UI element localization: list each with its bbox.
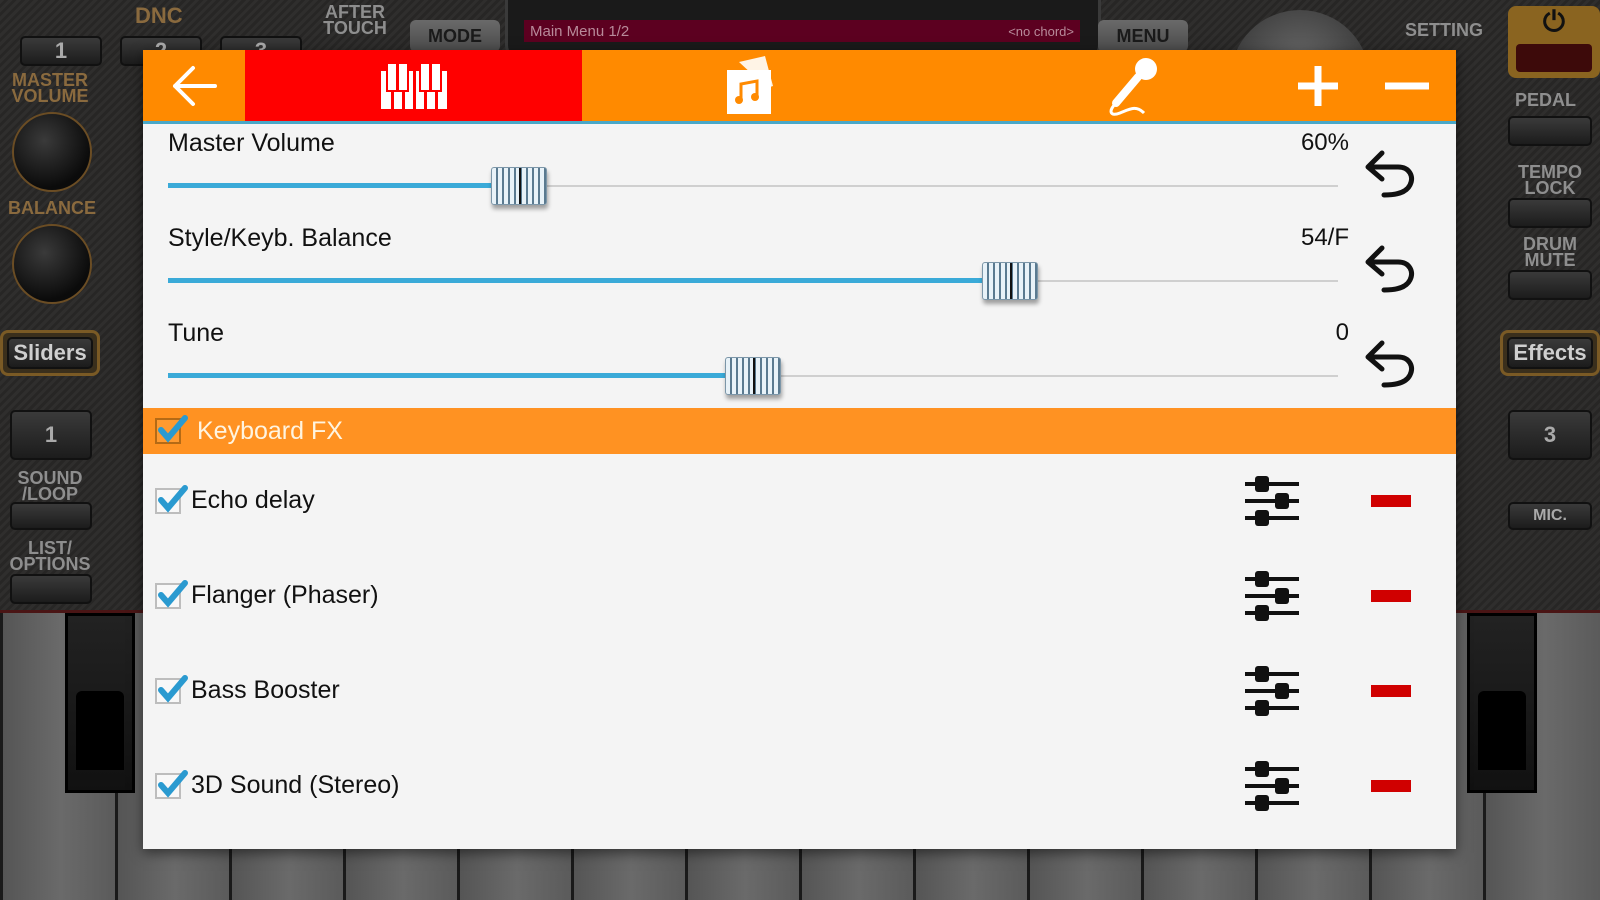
mode-button[interactable]: MODE [410, 20, 500, 52]
slider-track[interactable] [168, 262, 1338, 300]
slider-master-volume: Master Volume 60% [143, 125, 1456, 221]
piano-keys-icon [380, 62, 447, 109]
drum-mute-button[interactable] [1508, 270, 1592, 300]
mic-button[interactable]: MIC. [1508, 502, 1592, 530]
after-touch-label: AFTER TOUCH [323, 2, 387, 38]
bank-button-3[interactable]: 3 [1508, 410, 1592, 460]
keyboard-fx-checkbox[interactable] [155, 415, 188, 444]
remove-effect-button[interactable] [1371, 684, 1411, 697]
effect-row-echo-delay: Echo delay [143, 453, 1456, 548]
effect-label: 3D Sound (Stereo) [191, 771, 400, 799]
undo-icon [1365, 340, 1414, 388]
checkmark-icon [158, 769, 188, 798]
tab-keyboard[interactable] [245, 50, 582, 121]
tempo-lock-label: TEMPO LOCK [1517, 162, 1582, 198]
slider-fill [168, 278, 1011, 283]
master-volume-label: MASTER VOLUME [11, 70, 89, 106]
section-label: Keyboard FX [197, 416, 343, 445]
undo-icon [1365, 245, 1414, 293]
slider-value: 0 [1335, 319, 1349, 346]
back-button[interactable] [143, 50, 245, 121]
effect-checkbox[interactable] [155, 579, 188, 609]
pedal-button[interactable] [1508, 116, 1592, 146]
menu-button[interactable]: MENU [1098, 20, 1188, 52]
checkmark-icon [158, 674, 188, 703]
checkmark-icon [158, 484, 188, 513]
keyboard-fx-header[interactable]: Keyboard FX [143, 408, 1456, 454]
undo-icon [1365, 150, 1414, 198]
minus-icon [1385, 82, 1429, 89]
slider-thumb[interactable] [725, 357, 781, 395]
remove-effect-button[interactable] [1371, 494, 1411, 507]
black-key[interactable] [1467, 613, 1537, 793]
effect-label: Echo delay [191, 486, 315, 514]
equalizer-settings-icon[interactable] [1243, 570, 1299, 621]
power-button[interactable]: ⏻ [1508, 6, 1600, 78]
remove-effect-button[interactable] [1371, 589, 1411, 602]
dialog-toolbar [143, 50, 1456, 124]
slider-value: 60% [1300, 129, 1349, 156]
lcd-chord: <no chord> [1008, 23, 1074, 39]
black-key[interactable] [65, 613, 135, 793]
add-button[interactable] [1278, 50, 1358, 121]
effects-button[interactable]: Effects [1507, 337, 1593, 369]
balance-label: BALANCE [8, 198, 96, 218]
effect-checkbox[interactable] [155, 484, 188, 514]
equalizer-settings-icon[interactable] [1243, 475, 1299, 526]
sliders-frame: Sliders [0, 330, 100, 376]
drum-mute-label: DRUM MUTE [1523, 234, 1577, 270]
reset-button[interactable] [1362, 145, 1420, 203]
slider-label: Tune [168, 319, 225, 347]
effect-checkbox[interactable] [155, 769, 188, 799]
plus-icon [1298, 65, 1338, 106]
effect-checkbox[interactable] [155, 674, 188, 704]
slider-label: Style/Keyb. Balance [168, 224, 392, 252]
list-options-label: LIST/ OPTIONS [9, 538, 91, 574]
remove-effect-button[interactable] [1371, 779, 1411, 792]
slider-label: Master Volume [168, 129, 335, 157]
master-volume-knob[interactable] [12, 112, 92, 192]
setting-label: SETTING [1405, 20, 1484, 40]
effect-label: Bass Booster [191, 676, 340, 704]
dnc-button-1[interactable]: 1 [20, 36, 102, 66]
equalizer-settings-icon[interactable] [1243, 665, 1299, 716]
slider-style-keyb-balance: Style/Keyb. Balance 54/F [143, 220, 1456, 316]
equalizer-settings-icon[interactable] [1243, 760, 1299, 811]
slider-fill [168, 373, 753, 378]
effect-row-3d-sound: 3D Sound (Stereo) [143, 738, 1456, 833]
balance-knob[interactable] [12, 224, 92, 304]
arrow-left-icon [173, 65, 217, 106]
effect-row-flanger: Flanger (Phaser) [143, 548, 1456, 643]
sliders-button[interactable]: Sliders [7, 337, 93, 369]
bank-button-1[interactable]: 1 [10, 410, 92, 460]
checkmark-icon [158, 415, 188, 443]
tab-songs[interactable] [582, 50, 922, 121]
effects-frame: Effects [1500, 330, 1600, 376]
microphone-icon [1109, 57, 1157, 116]
checkmark-icon [158, 579, 188, 608]
effect-row-bass-booster: Bass Booster [143, 643, 1456, 738]
reset-button[interactable] [1362, 335, 1420, 393]
reset-button[interactable] [1362, 240, 1420, 298]
slider-track[interactable] [168, 357, 1338, 395]
slider-track[interactable] [168, 167, 1338, 205]
sound-loop-button[interactable] [10, 502, 92, 530]
slider-value: 54/F [1300, 224, 1349, 251]
tab-microphone[interactable] [1022, 50, 1242, 121]
slider-thumb[interactable] [491, 167, 547, 205]
tempo-lock-button[interactable] [1508, 198, 1592, 228]
power-icon: ⏻ [1542, 6, 1566, 37]
remove-button[interactable] [1358, 50, 1456, 121]
slider-fill [168, 183, 519, 188]
slider-thumb[interactable] [982, 262, 1039, 300]
music-album-icon [727, 55, 773, 114]
dnc-label: DNC [135, 3, 183, 28]
effects-dialog: Master Volume 60% Style/Keyb. Balance 54… [143, 50, 1456, 849]
pedal-label: PEDAL [1515, 90, 1577, 110]
effect-label: Flanger (Phaser) [191, 581, 379, 609]
lcd-title: Main Menu 1/2 [530, 22, 630, 40]
sound-loop-label: SOUND /LOOP [17, 468, 83, 504]
list-options-button[interactable] [10, 574, 92, 604]
slider-tune: Tune 0 [143, 315, 1456, 411]
